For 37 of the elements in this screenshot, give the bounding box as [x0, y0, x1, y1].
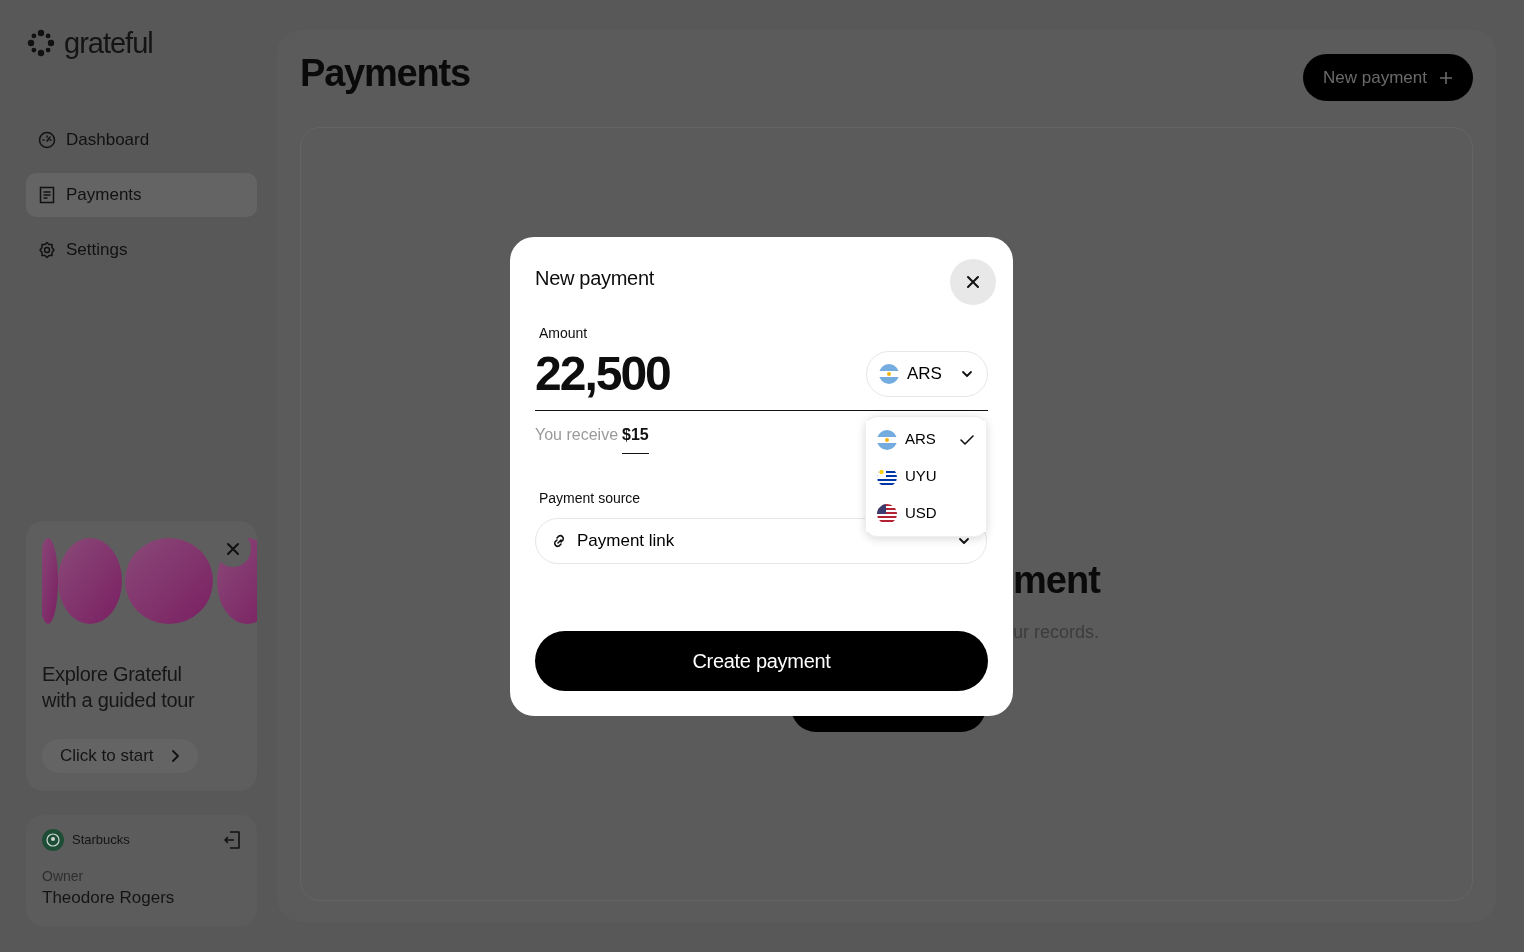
flag-icon	[877, 429, 897, 450]
logout-icon	[223, 830, 241, 851]
currency-select[interactable]: ARS	[866, 351, 988, 397]
page-title: Payments	[300, 54, 470, 92]
chevron-down-icon	[958, 535, 970, 547]
business-name: Starbucks	[72, 831, 131, 850]
currency-option[interactable]: UYU	[866, 458, 986, 495]
owner-name: Theodore Rogers	[42, 886, 176, 909]
flag-icon	[877, 466, 897, 487]
amount-label: Amount	[538, 324, 589, 343]
flag-icon	[879, 364, 899, 384]
chevron-down-icon	[961, 368, 973, 380]
chevron-right-icon	[169, 750, 180, 763]
document-icon	[38, 186, 56, 204]
create-payment-button[interactable]: Create payment	[535, 631, 988, 691]
logo-text: grateful	[64, 28, 153, 58]
amount-value: 22,500	[535, 350, 670, 398]
close-button[interactable]	[950, 259, 996, 305]
gauge-icon	[38, 131, 56, 149]
settings-icon	[38, 241, 56, 259]
empty-state-title: ment	[1013, 561, 1102, 599]
currency-option[interactable]: ARS	[866, 421, 986, 458]
plus-icon	[1439, 70, 1453, 85]
new-payment-button[interactable]: New payment	[1303, 54, 1473, 101]
close-icon	[965, 274, 981, 290]
receive-label: You receive	[535, 425, 619, 445]
check-icon	[960, 433, 974, 446]
logout-button[interactable]	[223, 830, 241, 851]
flag-icon	[877, 503, 897, 524]
logo-icon	[26, 28, 56, 58]
currency-option[interactable]: USD	[866, 495, 986, 532]
close-icon	[225, 541, 241, 558]
promo-title: Explore Grateful with a guided tour	[42, 662, 196, 714]
dialog-title: New payment	[535, 266, 654, 291]
business-logo-icon	[42, 829, 64, 852]
receive-amount: $15	[622, 423, 649, 454]
source-label: Payment source	[538, 489, 642, 508]
